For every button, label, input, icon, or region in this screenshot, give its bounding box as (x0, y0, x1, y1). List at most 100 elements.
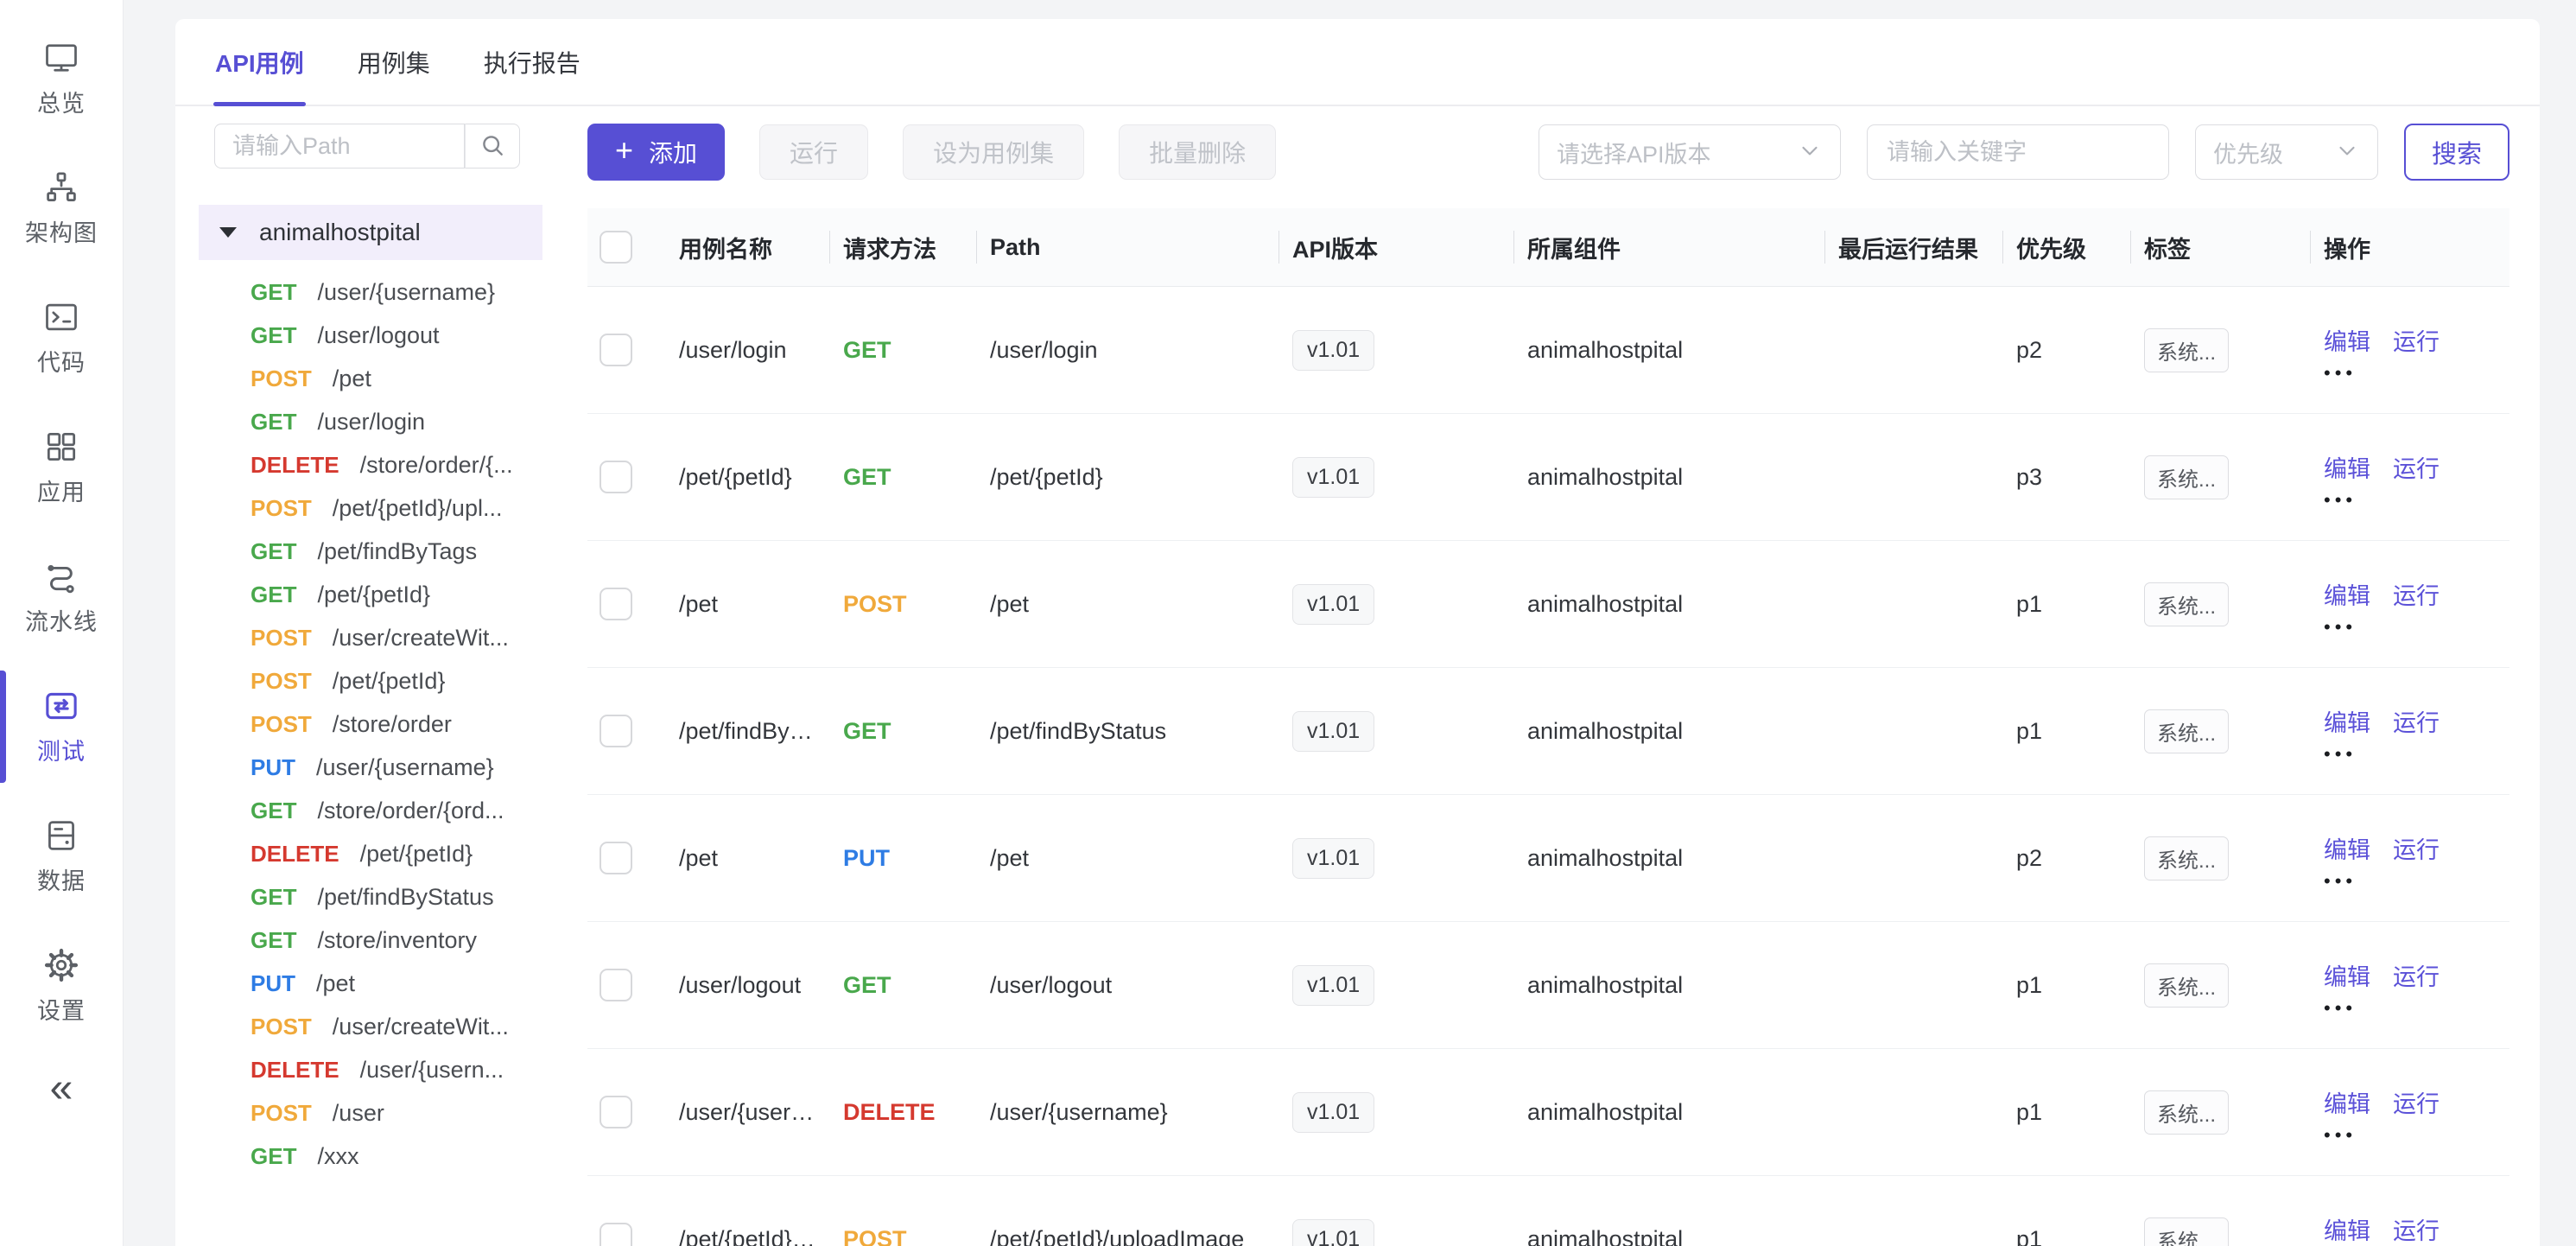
tree-root-item[interactable]: animalhostpital (199, 205, 542, 260)
run-link[interactable]: 运行 (2393, 958, 2440, 992)
more-actions-button[interactable]: ••• (2324, 750, 2501, 759)
cell-priority: p2 (2002, 795, 2130, 922)
sidebar-item-code[interactable]: 代码 (0, 273, 123, 403)
tab-0[interactable]: API用例 (213, 19, 306, 105)
more-actions-button[interactable]: ••• (2324, 369, 2501, 378)
tree-item[interactable]: GET /pet/{petId} (199, 573, 542, 616)
row-checkbox[interactable] (600, 715, 632, 747)
tab-2[interactable]: 执行报告 (482, 19, 582, 105)
edit-link[interactable]: 编辑 (2324, 704, 2370, 738)
sidebar-item-pipeline[interactable]: 流水线 (0, 532, 123, 662)
edit-link[interactable]: 编辑 (2324, 1085, 2370, 1119)
tree-item[interactable]: GET /user/{username} (199, 270, 542, 314)
cell-component: animalhostpital (1513, 1176, 1824, 1246)
cell-case-name: /user/logout (665, 922, 829, 1049)
tree-items: GET /user/{username} GET /user/logout PO… (199, 260, 542, 1178)
tag-badge: 系统... (2144, 963, 2229, 1008)
sidebar-item-overview[interactable]: 总览 (0, 14, 123, 143)
run-link[interactable]: 运行 (2393, 704, 2440, 738)
run-link[interactable]: 运行 (2393, 1085, 2440, 1119)
add-button[interactable]: + 添加 (587, 124, 725, 181)
sidebar-item-test[interactable]: 测试 (0, 662, 123, 791)
tree-item[interactable]: GET /store/inventory (199, 919, 542, 962)
tree-item[interactable]: GET /xxx (199, 1135, 542, 1178)
row-checkbox[interactable] (600, 461, 632, 493)
batch-delete-button[interactable]: 批量删除 (1119, 124, 1276, 180)
tree-item[interactable]: POST /pet (199, 357, 542, 400)
tree-item-path: /user (333, 1100, 384, 1127)
sidebar-item-architecture[interactable]: 架构图 (0, 143, 123, 273)
tree-item[interactable]: DELETE /store/order/{... (199, 443, 542, 486)
more-actions-button[interactable]: ••• (2324, 877, 2501, 886)
tree-item-path: /user/logout (317, 322, 439, 349)
cell-priority: p1 (2002, 922, 2130, 1049)
tree-item-path: /user/{username} (316, 754, 494, 781)
tree-item[interactable]: PUT /user/{username} (199, 746, 542, 789)
tree-item[interactable]: DELETE /pet/{petId} (199, 832, 542, 875)
tree-item[interactable]: DELETE /user/{usern... (199, 1048, 542, 1091)
tree-item[interactable]: POST /pet/{petId} (199, 659, 542, 702)
path-search-button[interactable] (465, 124, 520, 168)
run-link[interactable]: 运行 (2393, 323, 2440, 357)
edit-link[interactable]: 编辑 (2324, 831, 2370, 865)
row-checkbox[interactable] (600, 588, 632, 620)
sidebar: 总览 架构图 代码 应用 流水线 测试 数据 (0, 0, 124, 1246)
more-actions-button[interactable]: ••• (2324, 1004, 2501, 1013)
cell-component: animalhostpital (1513, 922, 1824, 1049)
tree-item[interactable]: POST /user/createWit... (199, 1005, 542, 1048)
tree-item-method: GET (251, 798, 296, 824)
more-actions-button[interactable]: ••• (2324, 1131, 2501, 1140)
case-list-panel: + 添加 运行 设为用例集 批量删除 请选择API版本 优先级 (587, 124, 2509, 1246)
tree-item[interactable]: POST /pet/{petId}/upl... (199, 486, 542, 530)
table-header-row: 用例名称 请求方法 Path API版本 所属组件 最后运行结果 优先级 标签 … (587, 208, 2509, 287)
column-header: 请求方法 (829, 208, 976, 287)
sidebar-item-apps[interactable]: 应用 (0, 403, 123, 532)
row-checkbox[interactable] (600, 1096, 632, 1128)
run-link[interactable]: 运行 (2393, 831, 2440, 865)
tag-badge: 系统... (2144, 328, 2229, 372)
edit-link[interactable]: 编辑 (2324, 958, 2370, 992)
content-card: API用例 用例集 执行报告 animalhostpital GE (175, 19, 2540, 1246)
tree-item[interactable]: GET /user/logout (199, 314, 542, 357)
tree-item-path: /user/createWit... (333, 625, 509, 652)
tab-1[interactable]: 用例集 (356, 19, 432, 105)
edit-link[interactable]: 编辑 (2324, 450, 2370, 484)
tree-item[interactable]: POST /store/order (199, 702, 542, 746)
edit-link[interactable]: 编辑 (2324, 1212, 2370, 1246)
set-suite-button[interactable]: 设为用例集 (903, 124, 1084, 180)
path-search-input[interactable] (214, 124, 465, 168)
table-row: /pet PUT /pet v1.01 animalhostpital p2 系… (587, 795, 2509, 922)
more-actions-button[interactable]: ••• (2324, 496, 2501, 505)
row-checkbox[interactable] (600, 842, 632, 874)
tree-item[interactable]: GET /pet/findByStatus (199, 875, 542, 919)
row-checkbox[interactable] (600, 969, 632, 1001)
tree-item[interactable]: PUT /pet (199, 962, 542, 1005)
search-button[interactable]: 搜索 (2404, 124, 2509, 181)
cell-case-name: /pet/findBySt... (665, 668, 829, 795)
run-link[interactable]: 运行 (2393, 577, 2440, 611)
run-button[interactable]: 运行 (759, 124, 868, 180)
run-link[interactable]: 运行 (2393, 450, 2440, 484)
tree-item[interactable]: GET /user/login (199, 400, 542, 443)
tree-item[interactable]: GET /store/order/{ord... (199, 789, 542, 832)
tree-item[interactable]: POST /user (199, 1091, 542, 1135)
sidebar-item-settings[interactable]: 设置 (0, 921, 123, 1051)
priority-select[interactable]: 优先级 (2195, 124, 2378, 180)
tree-item[interactable]: GET /pet/findByTags (199, 530, 542, 573)
table-row: /pet POST /pet v1.01 animalhostpital p1 … (587, 541, 2509, 668)
row-checkbox[interactable] (600, 334, 632, 366)
row-checkbox[interactable] (600, 1223, 632, 1246)
caret-down-icon (219, 227, 237, 238)
more-actions-button[interactable]: ••• (2324, 623, 2501, 632)
sidebar-item-data[interactable]: 数据 (0, 791, 123, 921)
tree-item-path: /xxx (317, 1143, 358, 1170)
api-version-select[interactable]: 请选择API版本 (1539, 124, 1841, 180)
run-link[interactable]: 运行 (2393, 1212, 2440, 1246)
edit-link[interactable]: 编辑 (2324, 577, 2370, 611)
keyword-input[interactable] (1867, 124, 2169, 180)
select-all-checkbox[interactable] (600, 231, 632, 264)
edit-link[interactable]: 编辑 (2324, 323, 2370, 357)
cell-path: /user/login (976, 287, 1278, 414)
sidebar-collapse-button[interactable]: « (0, 1065, 123, 1112)
tree-item[interactable]: POST /user/createWit... (199, 616, 542, 659)
